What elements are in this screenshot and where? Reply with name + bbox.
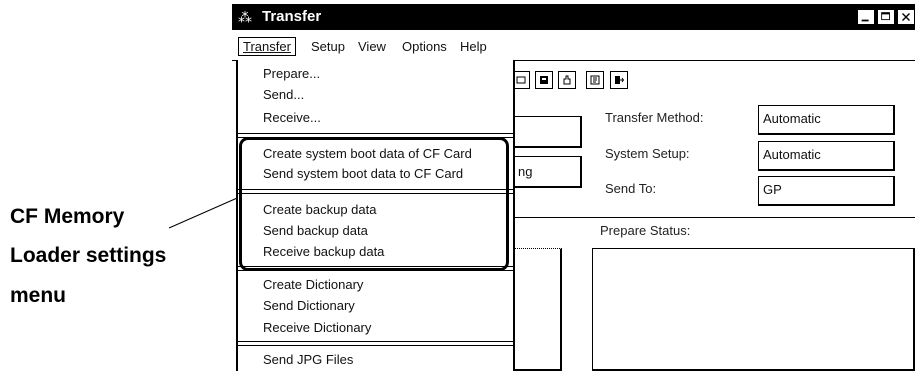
menu-item-receive-dictionary[interactable]: Receive Dictionary — [263, 320, 371, 335]
menu-item-send-dictionary[interactable]: Send Dictionary — [263, 298, 355, 313]
menu-item-create-dictionary[interactable]: Create Dictionary — [263, 277, 363, 292]
menu-item-send[interactable]: Send... — [263, 87, 304, 102]
menu-separator-4 — [238, 341, 513, 346]
menu-item-prepare[interactable]: Prepare... — [263, 66, 320, 81]
menu-item-receive[interactable]: Receive... — [263, 110, 321, 125]
cf-memory-loader-highlight — [239, 137, 509, 271]
menu-item-send-jpg-files[interactable]: Send JPG Files — [263, 352, 353, 367]
